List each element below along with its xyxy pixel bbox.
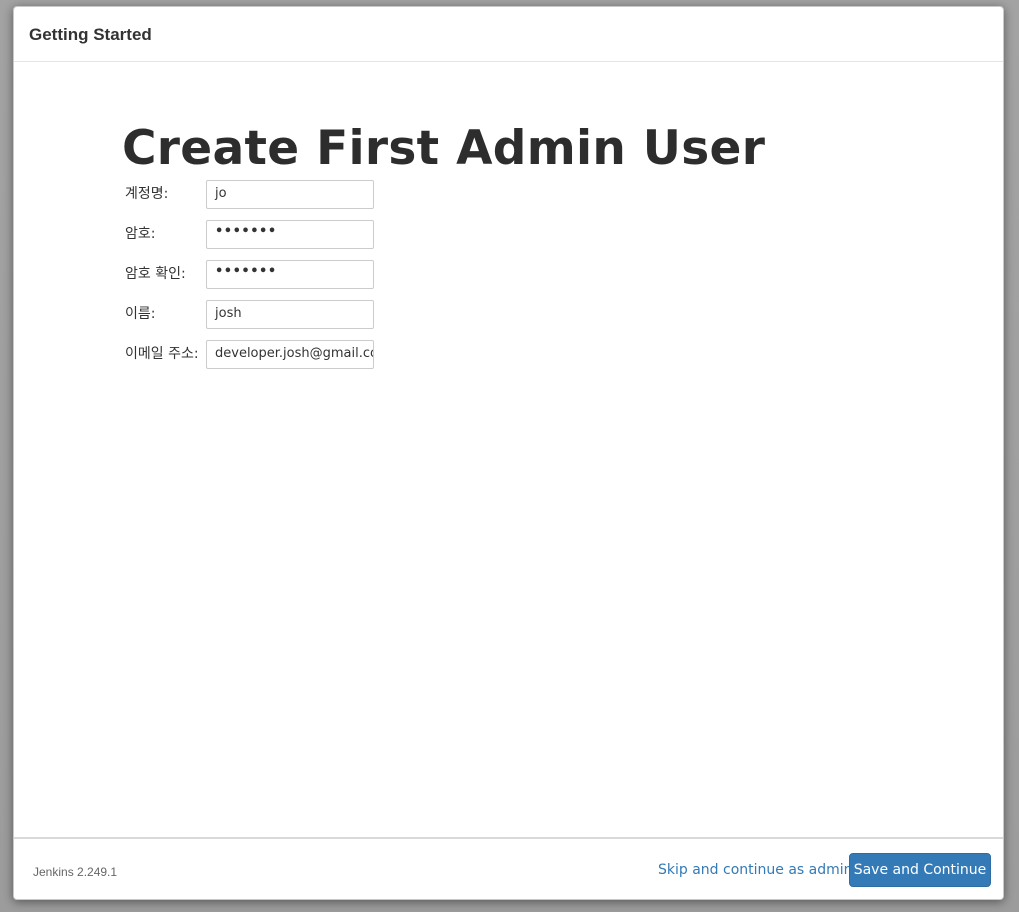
fullname-input[interactable]: josh	[206, 300, 374, 329]
username-label: 계정명:	[125, 186, 169, 202]
form-row-password: 암호: •••••••	[125, 220, 425, 249]
username-input[interactable]: jo	[206, 180, 374, 209]
form-row-email: 이메일 주소: developer.josh@gmail.com	[125, 340, 425, 369]
fullname-label: 이름:	[125, 306, 156, 322]
form-row-fullname: 이름: josh	[125, 300, 425, 329]
save-and-continue-button[interactable]: Save and Continue	[849, 853, 991, 887]
skip-and-continue-link[interactable]: Skip and continue as admin	[658, 862, 853, 878]
dialog-title: Getting Started	[29, 25, 152, 44]
email-input[interactable]: developer.josh@gmail.com	[206, 340, 374, 369]
password-confirm-label: 암호 확인:	[125, 266, 186, 282]
dialog-footer: Jenkins 2.249.1 Skip and continue as adm…	[14, 837, 1003, 899]
form-row-username: 계정명: jo	[125, 180, 425, 209]
page-title: Create First Admin User	[122, 121, 766, 176]
email-label: 이메일 주소:	[125, 346, 199, 362]
password-confirm-input[interactable]: •••••••	[206, 260, 374, 289]
form-row-password-confirm: 암호 확인: •••••••	[125, 260, 425, 289]
version-text: Jenkins 2.249.1	[33, 865, 118, 879]
getting-started-dialog: Getting Started Create First Admin User …	[13, 6, 1004, 900]
password-label: 암호:	[125, 226, 156, 242]
password-input[interactable]: •••••••	[206, 220, 374, 249]
dialog-header: Getting Started	[14, 7, 1003, 62]
